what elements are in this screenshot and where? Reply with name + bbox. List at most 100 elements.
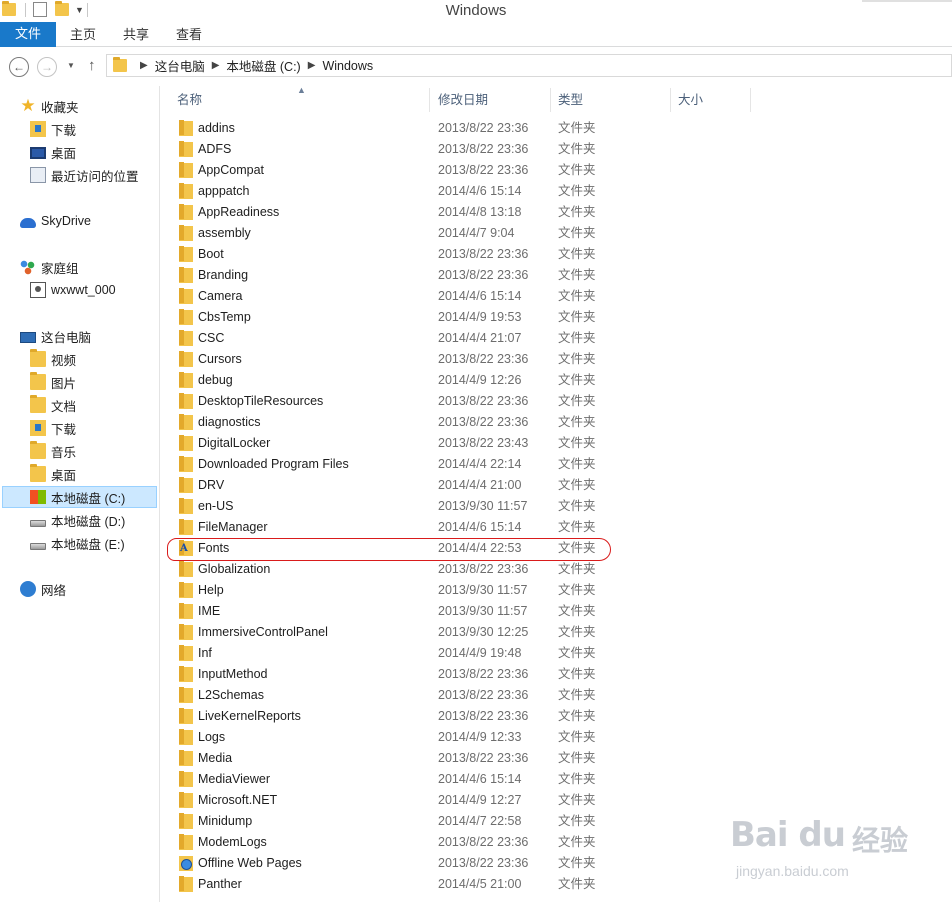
file-type: 文件夹 [558, 877, 596, 891]
file-row[interactable]: en-US 2013/9/30 11:57 文件夹 [161, 496, 952, 517]
recent-locations-button[interactable]: ▼ [67, 61, 75, 70]
file-type: 文件夹 [558, 247, 596, 261]
file-row[interactable]: AppCompat 2013/8/22 23:36 文件夹 [161, 160, 952, 181]
file-row[interactable]: Cursors 2013/8/22 23:36 文件夹 [161, 349, 952, 370]
sidebar-item-videos[interactable]: 视频 [30, 348, 76, 370]
sidebar-item-recent-places[interactable]: 最近访问的位置 [30, 164, 139, 186]
file-name: Downloaded Program Files [198, 457, 349, 471]
pictures-folder-icon [30, 372, 46, 390]
file-row[interactable]: Boot 2013/8/22 23:36 文件夹 [161, 244, 952, 265]
file-row[interactable]: L2Schemas 2013/8/22 23:36 文件夹 [161, 685, 952, 706]
file-row[interactable]: CbsTemp 2014/4/9 19:53 文件夹 [161, 307, 952, 328]
videos-folder-icon [30, 349, 46, 367]
documents-folder-icon [30, 395, 46, 413]
file-row[interactable]: Branding 2013/8/22 23:36 文件夹 [161, 265, 952, 286]
sidebar-item-label: wxwwt_000 [51, 283, 116, 297]
file-row[interactable]: FileManager 2014/4/6 15:14 文件夹 [161, 517, 952, 538]
breadcrumb-windows[interactable]: Windows [322, 59, 373, 73]
folder-icon [179, 750, 193, 766]
file-row[interactable]: ADFS 2013/8/22 23:36 文件夹 [161, 139, 952, 160]
sidebar-item-drive-d[interactable]: 本地磁盘 (D:) [30, 509, 125, 531]
file-modified-date: 2013/8/22 23:36 [438, 688, 529, 702]
file-modified-date: 2014/4/7 22:58 [438, 814, 522, 828]
file-type: 文件夹 [558, 352, 596, 366]
file-row[interactable]: InputMethod 2013/8/22 23:36 文件夹 [161, 664, 952, 685]
forward-button[interactable]: → [37, 57, 57, 77]
file-row[interactable]: DigitalLocker 2013/8/22 23:43 文件夹 [161, 433, 952, 454]
file-row[interactable]: AppReadiness 2014/4/8 13:18 文件夹 [161, 202, 952, 223]
file-type: 文件夹 [558, 562, 596, 576]
file-row[interactable]: Downloaded Program Files 2014/4/4 22:14 文件… [161, 454, 952, 475]
file-row[interactable]: IME 2013/9/30 11:57 文件夹 [161, 601, 952, 622]
sidebar-item-favorites[interactable]: ★ 收藏夹 [20, 95, 78, 117]
breadcrumb-separator[interactable]: ▶ [308, 60, 316, 71]
breadcrumb-c-drive[interactable]: 本地磁盘 (C:) [226, 56, 300, 75]
file-row[interactable]: Media 2013/8/22 23:36 文件夹 [161, 748, 952, 769]
folder-icon [179, 372, 193, 388]
file-name: DigitalLocker [198, 436, 271, 450]
sidebar-item-pictures[interactable]: 图片 [30, 371, 76, 393]
sidebar-item-homegroup[interactable]: 家庭组 [20, 256, 79, 278]
sidebar-item-label: 视频 [51, 353, 77, 368]
file-row[interactable]: assembly 2014/4/7 9:04 文件夹 [161, 223, 952, 244]
sidebar-item-drive-e[interactable]: 本地磁盘 (E:) [30, 532, 125, 554]
folder-icon [179, 288, 193, 304]
folder-icon [179, 729, 193, 745]
sidebar-item-skydrive[interactable]: SkyDrive [20, 210, 91, 232]
column-header-name[interactable]: 名称 [177, 86, 202, 114]
tab-home[interactable]: 主页 [70, 22, 96, 47]
file-name: Inf [198, 646, 212, 660]
file-row[interactable]: DRV 2014/4/4 21:00 文件夹 [161, 475, 952, 496]
column-divider[interactable] [550, 88, 551, 112]
up-button[interactable]: ↑ [88, 57, 96, 74]
file-row[interactable]: MediaViewer 2014/4/6 15:14 文件夹 [161, 769, 952, 790]
breadcrumb-separator[interactable]: ▶ [212, 60, 220, 71]
column-divider[interactable] [429, 88, 430, 112]
breadcrumb-separator[interactable]: ▶ [140, 60, 148, 71]
tab-file[interactable]: 文件 [0, 22, 56, 47]
file-row[interactable]: CSC 2014/4/4 21:07 文件夹 [161, 328, 952, 349]
back-button[interactable]: ← [9, 57, 29, 77]
drive-icon [30, 519, 46, 527]
sidebar-item-downloads[interactable]: 下载 [30, 118, 76, 140]
file-row[interactable]: debug 2014/4/9 12:26 文件夹 [161, 370, 952, 391]
file-type: 文件夹 [558, 835, 596, 849]
sidebar-item-network[interactable]: 网络 [20, 578, 66, 600]
sort-ascending-icon: ▲ [297, 85, 306, 95]
sidebar-item-this-pc[interactable]: 这台电脑 [20, 325, 91, 347]
file-row[interactable]: ImmersiveControlPanel 2013/9/30 12:25 文件夹 [161, 622, 952, 643]
address-bar[interactable]: ▶ 这台电脑 ▶ 本地磁盘 (C:) ▶ Windows [106, 54, 952, 77]
file-type: 文件夹 [558, 121, 596, 135]
file-row[interactable]: Help 2013/9/30 11:57 文件夹 [161, 580, 952, 601]
file-row[interactable]: addins 2013/8/22 23:36 文件夹 [161, 118, 952, 139]
file-row[interactable]: Logs 2014/4/9 12:33 文件夹 [161, 727, 952, 748]
column-header-size[interactable]: 大小 [678, 86, 703, 114]
file-modified-date: 2013/8/22 23:36 [438, 394, 529, 408]
folder-icon [179, 603, 193, 619]
tab-view[interactable]: 查看 [176, 22, 202, 47]
column-header-type[interactable]: 类型 [558, 86, 583, 114]
sidebar-item-downloads-pc[interactable]: 下载 [30, 417, 76, 439]
file-row[interactable]: diagnostics 2013/8/22 23:36 文件夹 [161, 412, 952, 433]
music-folder-icon [30, 441, 46, 459]
sidebar-item-drive-c[interactable]: 本地磁盘 (C:) [30, 486, 125, 508]
sidebar-item-documents[interactable]: 文档 [30, 394, 76, 416]
breadcrumb-this-pc[interactable]: 这台电脑 [155, 56, 205, 75]
sidebar-item-desktop[interactable]: 桌面 [30, 141, 76, 163]
sidebar-item-desktop-pc[interactable]: 桌面 [30, 463, 76, 485]
file-row[interactable]: Globalization 2013/8/22 23:36 文件夹 [161, 559, 952, 580]
file-row[interactable]: LiveKernelReports 2013/8/22 23:36 文件夹 [161, 706, 952, 727]
file-row[interactable]: Camera 2014/4/6 15:14 文件夹 [161, 286, 952, 307]
file-name: Branding [198, 268, 249, 282]
file-row[interactable]: apppatch 2014/4/6 15:14 文件夹 [161, 181, 952, 202]
file-row[interactable]: Microsoft.NET 2014/4/9 12:27 文件夹 [161, 790, 952, 811]
column-divider[interactable] [750, 88, 751, 112]
sidebar-item-homegroup-user[interactable]: wxwwt_000 [30, 279, 116, 301]
sidebar-item-music[interactable]: 音乐 [30, 440, 76, 462]
column-divider[interactable] [670, 88, 671, 112]
file-name: debug [198, 373, 233, 387]
tab-share[interactable]: 共享 [123, 22, 149, 47]
file-row[interactable]: DesktopTileResources 2013/8/22 23:36 文件夹 [161, 391, 952, 412]
column-header-modified[interactable]: 修改日期 [438, 86, 488, 114]
file-row[interactable]: Inf 2014/4/9 19:48 文件夹 [161, 643, 952, 664]
